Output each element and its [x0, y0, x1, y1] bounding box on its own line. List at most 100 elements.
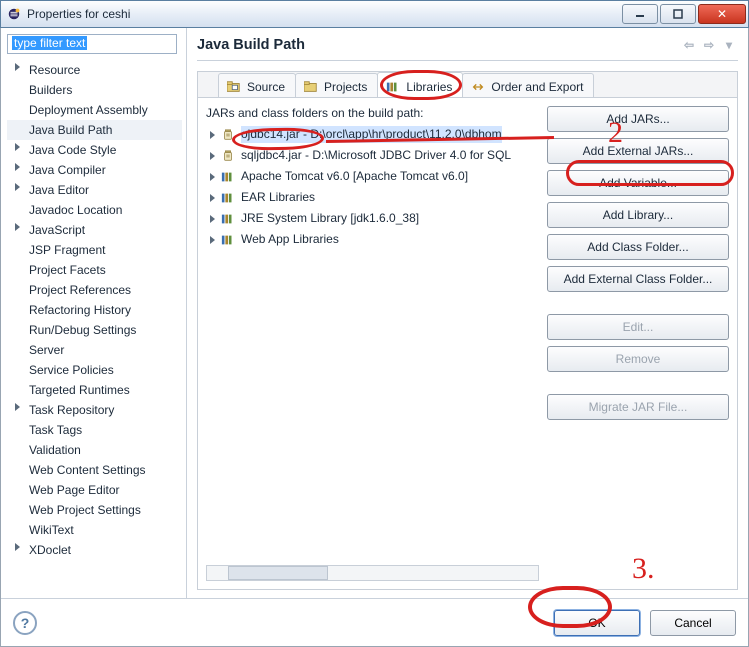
maximize-button[interactable] [660, 4, 696, 24]
tab-label: Order and Export [491, 80, 583, 94]
nav-item-label: Task Repository [29, 403, 114, 417]
remove-button[interactable]: Remove [547, 346, 729, 372]
tab-projects[interactable]: Projects [295, 73, 378, 97]
add-external-jars-button[interactable]: Add External JARs... [547, 138, 729, 164]
expand-icon[interactable] [210, 152, 215, 160]
nav-item[interactable]: Java Editor [7, 180, 182, 200]
nav-item-label: Web Project Settings [29, 503, 141, 517]
minimize-button[interactable] [622, 4, 658, 24]
tab-source[interactable]: Source [218, 73, 296, 97]
expand-icon[interactable] [15, 143, 20, 151]
add-jars-button[interactable]: Add JARs... [547, 106, 729, 132]
nav-item-label: Service Policies [29, 363, 114, 377]
library-entry-label: Apache Tomcat v6.0 [Apache Tomcat v6.0] [241, 168, 468, 185]
nav-item[interactable]: Deployment Assembly [7, 100, 182, 120]
nav-item[interactable]: Server [7, 340, 182, 360]
nav-item[interactable]: Task Repository [7, 400, 182, 420]
edit-button[interactable]: Edit... [547, 314, 729, 340]
library-entry[interactable]: Web App Libraries [206, 229, 539, 250]
library-entry-label: JRE System Library [jdk1.6.0_38] [241, 210, 419, 227]
add-variable-button[interactable]: Add Variable... [547, 170, 729, 196]
nav-item[interactable]: Refactoring History [7, 300, 182, 320]
nav-item-label: Java Compiler [29, 163, 106, 177]
migrate-jar-button[interactable]: Migrate JAR File... [547, 394, 729, 420]
nav-item[interactable]: Java Code Style [7, 140, 182, 160]
nav-item-label: Project References [29, 283, 131, 297]
nav-item[interactable]: Project References [7, 280, 182, 300]
nav-item-label: Refactoring History [29, 303, 131, 317]
cancel-button[interactable]: Cancel [650, 610, 736, 636]
expand-icon[interactable] [15, 163, 20, 171]
expand-icon[interactable] [15, 63, 20, 71]
library-entry[interactable]: ojdbc14.jar - D:\orcl\app\hr\product\11.… [206, 124, 539, 145]
nav-item[interactable]: XDoclet [7, 540, 182, 560]
library-entry[interactable]: Apache Tomcat v6.0 [Apache Tomcat v6.0] [206, 166, 539, 187]
page-panel: Java Build Path ⇦ ⇨ ▾ Source Projects Libr… [187, 28, 748, 598]
nav-item[interactable]: Service Policies [7, 360, 182, 380]
horizontal-scrollbar[interactable] [206, 565, 539, 581]
expand-icon[interactable] [15, 223, 20, 231]
nav-item-label: Java Code Style [29, 143, 116, 157]
tab-label: Projects [324, 80, 367, 94]
nav-item-label: XDoclet [29, 543, 71, 557]
nav-item[interactable]: Run/Debug Settings [7, 320, 182, 340]
add-external-class-folder-button[interactable]: Add External Class Folder... [547, 266, 729, 292]
help-icon[interactable]: ? [13, 611, 37, 635]
eclipse-icon [7, 7, 21, 21]
nav-item-label: Builders [29, 83, 72, 97]
back-icon[interactable]: ⇦ [680, 36, 698, 54]
nav-item-label: Task Tags [29, 423, 82, 437]
nav-item[interactable]: Java Compiler [7, 160, 182, 180]
page-title: Java Build Path [197, 37, 305, 53]
add-class-folder-button[interactable]: Add Class Folder... [547, 234, 729, 260]
libraries-tree[interactable]: ojdbc14.jar - D:\orcl\app\hr\product\11.… [206, 124, 539, 561]
nav-item[interactable]: Builders [7, 80, 182, 100]
tab-order[interactable]: Order and Export [462, 73, 594, 97]
category-list[interactable]: Resource Builders Deployment Assembly Java … [7, 60, 182, 594]
nav-item[interactable]: Task Tags [7, 420, 182, 440]
expand-icon[interactable] [210, 194, 215, 202]
nav-item-label: Java Build Path [29, 123, 112, 137]
expand-icon[interactable] [15, 543, 20, 551]
nav-item[interactable]: Java Build Path [7, 120, 182, 140]
library-entry[interactable]: sqljdbc4.jar - D:\Microsoft JDBC Driver … [206, 145, 539, 166]
nav-item[interactable]: Targeted Runtimes [7, 380, 182, 400]
nav-item[interactable]: WikiText [7, 520, 182, 540]
tabbar: Source Projects Libraries Order and Export [197, 71, 738, 97]
nav-item[interactable]: Validation [7, 440, 182, 460]
nav-item-label: Javadoc Location [29, 203, 122, 217]
nav-item-label: Deployment Assembly [29, 103, 148, 117]
expand-icon[interactable] [210, 215, 215, 223]
nav-item[interactable]: Resource [7, 60, 182, 80]
library-entry-label: ojdbc14.jar - D:\orcl\app\hr\product\11.… [241, 126, 502, 143]
list-label: JARs and class folders on the build path… [206, 106, 539, 120]
nav-item[interactable]: Javadoc Location [7, 200, 182, 220]
filter-input[interactable]: type filter text [7, 34, 177, 54]
nav-item[interactable]: JSP Fragment [7, 240, 182, 260]
nav-item[interactable]: JavaScript [7, 220, 182, 240]
library-entry[interactable]: JRE System Library [jdk1.6.0_38] [206, 208, 539, 229]
forward-icon[interactable]: ⇨ [700, 36, 718, 54]
library-entry-label: Web App Libraries [241, 231, 339, 248]
expand-icon[interactable] [210, 236, 215, 244]
menu-icon[interactable]: ▾ [720, 36, 738, 54]
nav-item-label: Java Editor [29, 183, 89, 197]
nav-item[interactable]: Web Project Settings [7, 500, 182, 520]
expand-icon[interactable] [15, 403, 20, 411]
nav-item-label: JavaScript [29, 223, 85, 237]
tab-label: Libraries [406, 80, 452, 94]
nav-item[interactable]: Project Facets [7, 260, 182, 280]
nav-item-label: Project Facets [29, 263, 106, 277]
expand-icon[interactable] [210, 131, 215, 139]
nav-item-label: Validation [29, 443, 81, 457]
library-entry[interactable]: EAR Libraries [206, 187, 539, 208]
add-library-button[interactable]: Add Library... [547, 202, 729, 228]
nav-item[interactable]: Web Page Editor [7, 480, 182, 500]
ok-button[interactable]: OK [554, 610, 640, 636]
expand-icon[interactable] [210, 173, 215, 181]
expand-icon[interactable] [15, 183, 20, 191]
window-title: Properties for ceshi [27, 7, 622, 21]
nav-item[interactable]: Web Content Settings [7, 460, 182, 480]
close-button[interactable]: ✕ [698, 4, 746, 24]
tab-libraries[interactable]: Libraries [377, 72, 463, 97]
